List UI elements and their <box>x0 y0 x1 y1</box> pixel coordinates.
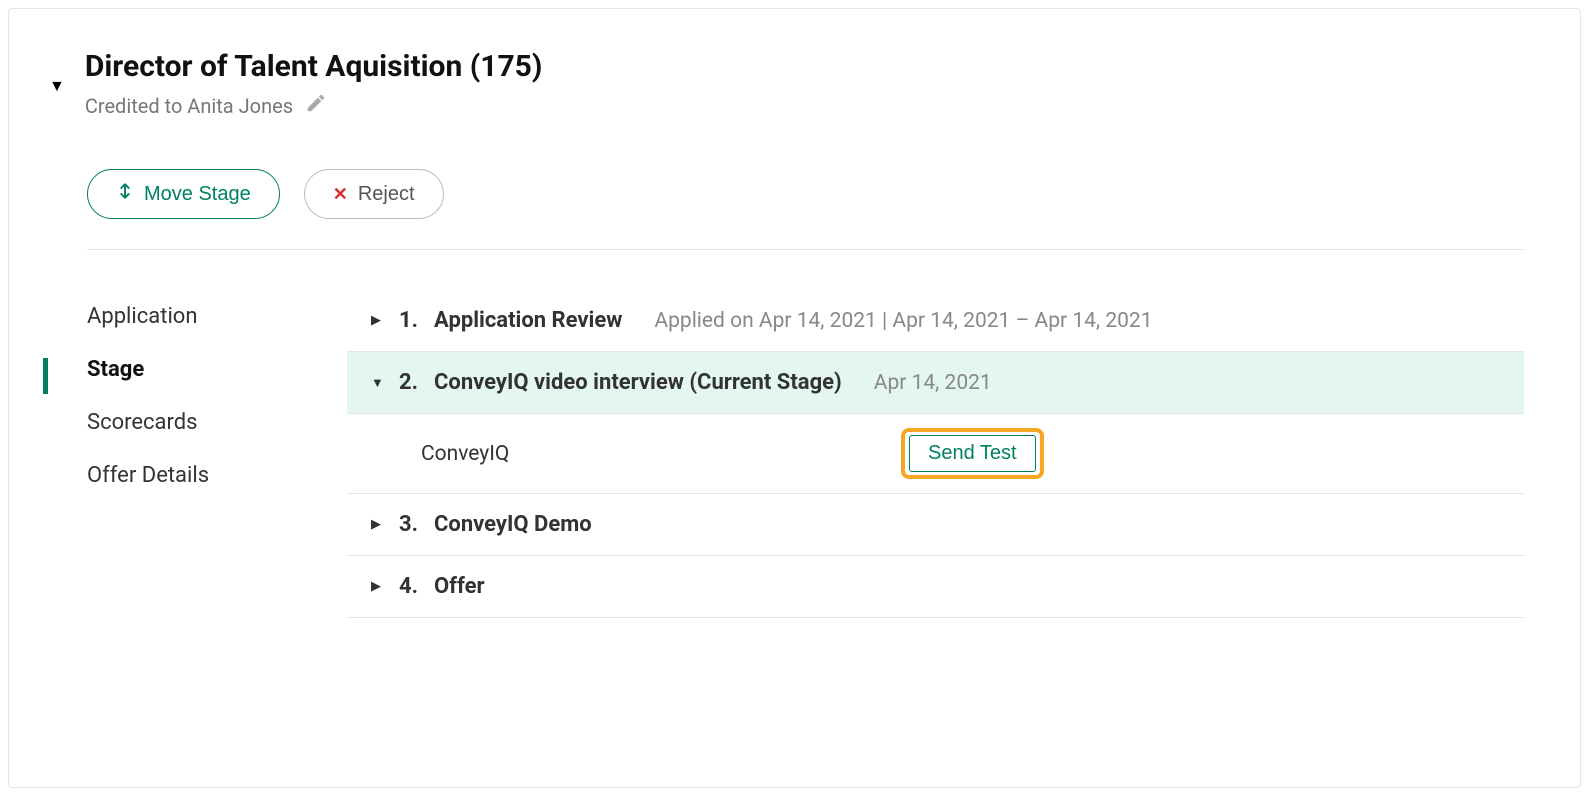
caret-right-icon: ▶ <box>371 313 385 328</box>
stage-meta: Apr 14, 2021 <box>874 371 992 395</box>
sidebar-item-application[interactable]: Application <box>87 290 347 343</box>
move-stage-icon <box>116 180 134 208</box>
caret-right-icon: ▶ <box>371 579 385 594</box>
sidebar-item-scorecards[interactable]: Scorecards <box>87 396 347 449</box>
stage-number: 2. <box>399 370 418 395</box>
stages-panel: ▶ 1. Application Review Applied on Apr 1… <box>347 290 1524 618</box>
sidebar-active-indicator <box>43 358 48 394</box>
stage-name: ConveyIQ video interview (Current Stage) <box>434 370 842 395</box>
move-stage-button[interactable]: Move Stage <box>87 169 280 219</box>
action-row: Move Stage ✕ Reject <box>87 169 1524 219</box>
stage-2-sub-row: ConveyIQ Send Test <box>347 414 1524 494</box>
sub-row-label: ConveyIQ <box>421 442 901 466</box>
move-stage-label: Move Stage <box>144 183 251 206</box>
send-test-highlight: Send Test <box>901 428 1044 479</box>
send-test-button[interactable]: Send Test <box>909 435 1036 472</box>
job-header: ▼ Director of Talent Aquisition (175) Cr… <box>49 49 1524 119</box>
stage-name: ConveyIQ Demo <box>434 512 592 537</box>
collapse-caret-icon[interactable]: ▼ <box>49 76 65 96</box>
sidebar: Application Stage Scorecards Offer Detai… <box>87 290 347 618</box>
reject-label: Reject <box>358 183 415 206</box>
reject-icon: ✕ <box>333 184 348 205</box>
caret-down-icon: ▼ <box>371 375 385 391</box>
stage-name: Application Review <box>434 308 622 333</box>
stage-meta: Applied on Apr 14, 2021 | Apr 14, 2021 –… <box>654 309 1152 333</box>
stage-number: 4. <box>399 574 418 599</box>
sidebar-item-offer-details[interactable]: Offer Details <box>87 449 347 502</box>
header-divider <box>87 249 1524 250</box>
sidebar-item-stage[interactable]: Stage <box>87 343 347 396</box>
pencil-icon[interactable] <box>305 92 327 119</box>
job-title: Director of Talent Aquisition (175) <box>85 49 1524 84</box>
stage-name: Offer <box>434 574 485 599</box>
job-card: ▼ Director of Talent Aquisition (175) Cr… <box>8 8 1581 788</box>
credit-line: Credited to Anita Jones <box>85 92 1524 119</box>
body-row: Application Stage Scorecards Offer Detai… <box>87 290 1524 618</box>
stage-row-4[interactable]: ▶ 4. Offer <box>347 556 1524 618</box>
reject-button[interactable]: ✕ Reject <box>304 169 444 219</box>
credited-to-text: Credited to Anita Jones <box>85 94 293 118</box>
caret-right-icon: ▶ <box>371 517 385 532</box>
stage-number: 3. <box>399 512 418 537</box>
stage-number: 1. <box>399 308 418 333</box>
stage-row-3[interactable]: ▶ 3. ConveyIQ Demo <box>347 494 1524 556</box>
title-block: Director of Talent Aquisition (175) Cred… <box>85 49 1524 119</box>
stage-row-1[interactable]: ▶ 1. Application Review Applied on Apr 1… <box>347 290 1524 352</box>
stage-row-2[interactable]: ▼ 2. ConveyIQ video interview (Current S… <box>347 352 1524 414</box>
